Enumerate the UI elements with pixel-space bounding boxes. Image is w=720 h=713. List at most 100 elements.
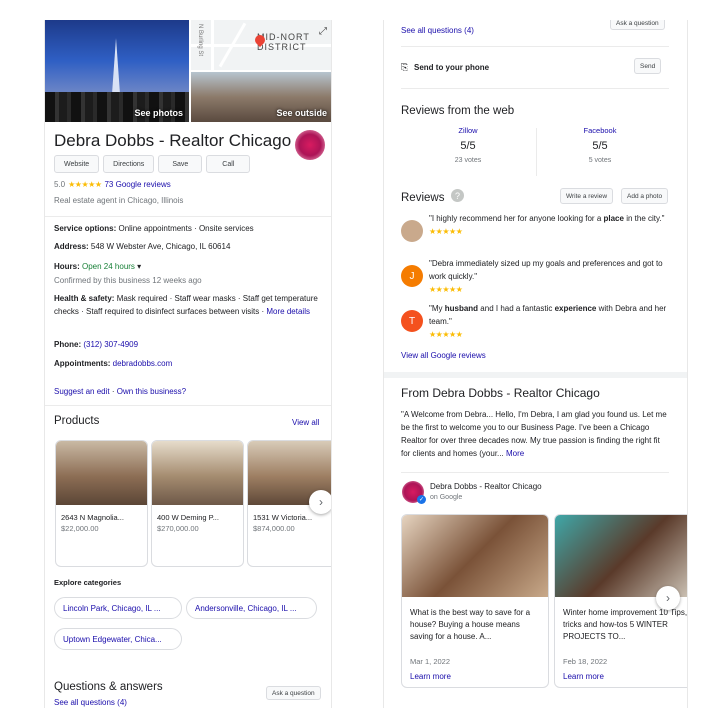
appointments-label: Appointments:: [54, 359, 111, 368]
web-review-source[interactable]: Facebook: [550, 126, 650, 135]
rating-stars: ★★★★★: [68, 180, 102, 189]
see-outside-label[interactable]: See outside: [276, 108, 327, 118]
own-business-link[interactable]: Own this business?: [117, 387, 186, 396]
see-all-questions-link[interactable]: See all questions (4): [54, 698, 127, 707]
avatar[interactable]: T: [401, 310, 423, 332]
product-image: [56, 441, 147, 505]
service-value: Online appointments · Onsite services: [116, 224, 254, 233]
map-label-line: DISTRICT: [257, 42, 307, 52]
chevron-right-icon[interactable]: ›: [656, 586, 680, 610]
business-title: Debra Dobbs - Realtor Chicago: [54, 131, 292, 150]
more-details-link[interactable]: More details: [266, 307, 310, 316]
web-reviews-title: Reviews from the web: [401, 105, 515, 117]
appointments: Appointments: debradobbs.com: [54, 357, 326, 370]
post-learn-more-link[interactable]: Learn more: [410, 672, 540, 681]
phone: Phone: (312) 307-4909: [54, 338, 326, 351]
appointments-link[interactable]: debradobbs.com: [110, 359, 173, 368]
post-text: What is the best way to save for a house…: [410, 608, 531, 641]
business-panel-left: See photos N Burling St MID-NORT DISTRIC…: [44, 20, 332, 708]
website-button[interactable]: Website: [54, 155, 100, 173]
review-text: "My husband and I had a fantastic experi…: [429, 302, 669, 341]
divider: [45, 405, 331, 406]
product-card[interactable]: 400 W Deming P... $270,000.00: [151, 440, 244, 567]
expand-icon[interactable]: ⤢: [319, 26, 327, 37]
explore-categories-title: Explore categories: [54, 578, 122, 587]
product-price: $22,000.00: [61, 524, 99, 533]
action-buttons: Website Directions Save Call: [54, 155, 251, 173]
hours: Hours: Open 24 hours ▾: [54, 260, 326, 273]
divider: [45, 216, 331, 217]
divider: [536, 128, 537, 176]
post-card[interactable]: What is the best way to save for a house…: [401, 514, 549, 688]
review-highlight: place: [603, 214, 624, 223]
qa-title: Questions & answers: [54, 681, 163, 693]
ask-question-button[interactable]: Ask a question: [266, 686, 321, 700]
review-text-part: "My: [429, 304, 445, 313]
save-button[interactable]: Save: [158, 155, 203, 173]
category-chip[interactable]: Lincoln Park, Chicago, IL ...: [54, 597, 182, 619]
review-text-part: and I had a fantastic: [478, 304, 555, 313]
products-title: Products: [54, 415, 100, 427]
phone-send-icon: ⎘: [401, 62, 409, 72]
reviews-title: Reviews: [401, 192, 445, 204]
review-text-part: "Debra immediately sized up my goals and…: [429, 259, 663, 281]
chevron-down-icon[interactable]: ▾: [137, 262, 141, 271]
see-photos-label[interactable]: See photos: [134, 108, 183, 118]
web-review-votes: 23 votes: [454, 157, 482, 164]
chevron-right-icon[interactable]: ›: [309, 490, 331, 514]
directions-button[interactable]: Directions: [103, 155, 155, 173]
review-highlight: husband: [444, 304, 479, 313]
hours-status[interactable]: Open 24 hours: [80, 262, 135, 271]
rating-row: 5.0 ★★★★★ 73 Google reviews: [54, 180, 171, 189]
address: Address: 548 W Webster Ave, Chicago, IL …: [54, 240, 326, 253]
product-price: $874,000.00: [253, 524, 295, 533]
add-photo-button[interactable]: Add a photo: [621, 188, 669, 204]
photo-outside[interactable]: See outside: [191, 72, 331, 122]
phone-link[interactable]: (312) 307-4909: [81, 340, 138, 349]
ask-question-button[interactable]: Ask a question: [610, 20, 665, 30]
help-icon[interactable]: ?: [451, 189, 464, 202]
web-review-source[interactable]: Zillow: [418, 126, 518, 135]
web-review-score: 5/5: [592, 140, 608, 152]
avatar[interactable]: [401, 220, 423, 242]
product-card[interactable]: 2643 N Magnolia... $22,000.00: [55, 440, 148, 567]
view-all-reviews-link[interactable]: View all Google reviews: [401, 351, 486, 360]
call-button[interactable]: Call: [206, 155, 251, 173]
map-street-label: N Burling St: [197, 24, 203, 57]
photo-main[interactable]: See photos: [45, 20, 189, 122]
web-review-zillow[interactable]: Zillow 5/5 23 votes: [418, 126, 518, 164]
write-review-button[interactable]: Write a review: [560, 188, 614, 204]
owner-sub: on Google: [430, 494, 463, 501]
web-review-facebook[interactable]: Facebook 5/5 5 votes: [550, 126, 650, 164]
business-logo: [295, 130, 325, 160]
avatar[interactable]: J: [401, 265, 423, 287]
review-stars: ★★★★★: [429, 227, 463, 236]
post-image: [555, 515, 687, 597]
owner-name: Debra Dobbs - Realtor Chicago: [430, 482, 542, 491]
map-district-label: MID-NORT DISTRICT: [257, 32, 310, 52]
product-name: 400 W Deming P...: [157, 513, 219, 522]
service-label: Service options:: [54, 224, 117, 233]
category-chip[interactable]: Uptown Edgewater, Chica...: [54, 628, 182, 650]
address-value: 548 W Webster Ave, Chicago, IL 60614: [88, 242, 231, 251]
post-learn-more-link[interactable]: Learn more: [563, 672, 687, 681]
product-price: $270,000.00: [157, 524, 199, 533]
phone-label: Phone:: [54, 340, 82, 349]
map-thumbnail[interactable]: N Burling St MID-NORT DISTRICT ⤢: [191, 20, 331, 70]
from-business-body: "A Welcome from Debra... Hello, I'm Debr…: [401, 410, 667, 458]
post-date: Feb 18, 2022: [563, 657, 608, 666]
products-view-all-link[interactable]: View all: [292, 418, 319, 427]
see-all-questions-link[interactable]: See all questions (4): [401, 26, 474, 35]
category-chip[interactable]: Andersonville, Chicago, IL ...: [186, 597, 317, 619]
hours-confirmed: Confirmed by this business 12 weeks ago: [54, 276, 202, 285]
review-text: "Debra immediately sized up my goals and…: [429, 257, 669, 296]
send-button[interactable]: Send: [634, 58, 662, 74]
google-reviews-link[interactable]: 73 Google reviews: [104, 180, 170, 189]
from-more-link[interactable]: More: [506, 449, 524, 458]
suggest-edit-link[interactable]: Suggest an edit: [54, 387, 110, 396]
post-date: Mar 1, 2022: [410, 657, 451, 666]
send-to-phone-label[interactable]: Send to your phone: [414, 63, 489, 72]
from-business-text: "A Welcome from Debra... Hello, I'm Debr…: [401, 408, 669, 460]
divider: [384, 372, 687, 378]
product-image: [152, 441, 243, 505]
